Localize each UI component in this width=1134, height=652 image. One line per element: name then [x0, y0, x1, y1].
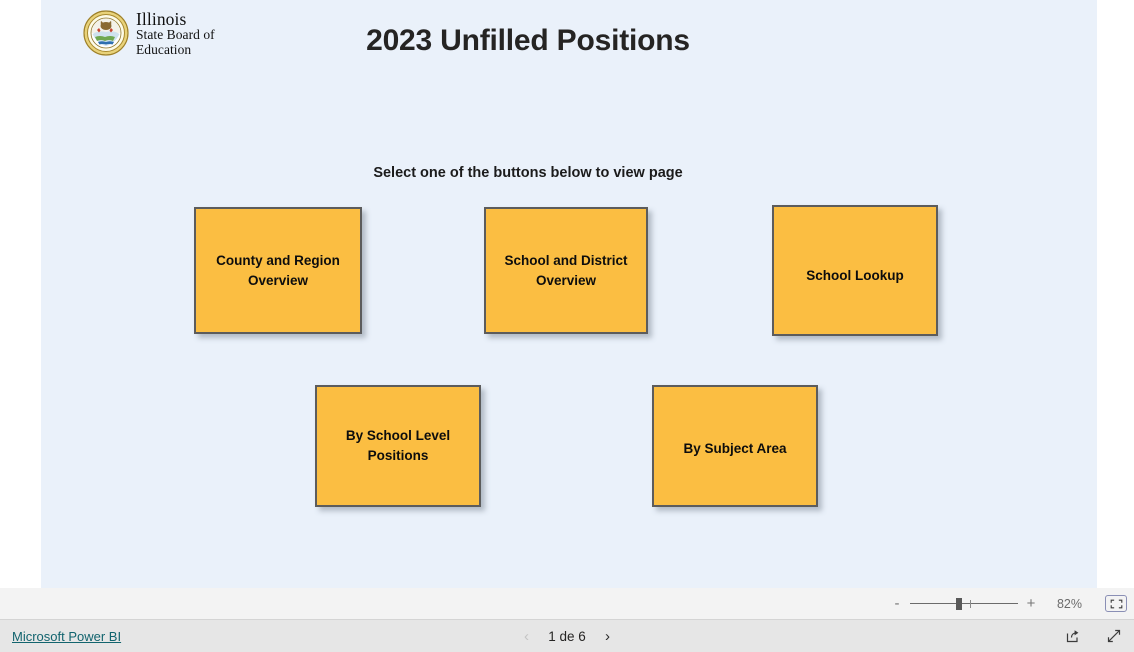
nav-button-by-school-level-positions[interactable]: By School Level Positions — [315, 385, 481, 507]
fit-to-page-button[interactable] — [1105, 595, 1127, 612]
zoom-controls: - + 82% — [888, 595, 1134, 612]
nav-button-school-lookup[interactable]: School Lookup — [772, 205, 938, 336]
report-canvas: Illinois State Board of Education 2023 U… — [41, 0, 1097, 588]
microsoft-power-bi-link[interactable]: Microsoft Power BI — [12, 629, 121, 644]
instruction-text: Select one of the buttons below to view … — [373, 165, 683, 181]
zoom-out-button[interactable]: - — [888, 596, 906, 611]
share-icon — [1066, 630, 1079, 643]
nav-button-label: County and Region Overview — [216, 252, 340, 288]
fullscreen-icon — [1107, 629, 1121, 643]
zoom-percent-label: 82% — [1056, 596, 1082, 611]
zoom-in-button[interactable]: + — [1022, 596, 1040, 611]
report-viewport: Illinois State Board of Education 2023 U… — [0, 0, 1134, 588]
nav-button-by-subject-area[interactable]: By Subject Area — [652, 385, 818, 507]
zoom-slider-track — [910, 602, 1018, 604]
fullscreen-button[interactable] — [1104, 626, 1124, 646]
page-title: 2023 Unfilled Positions — [366, 24, 690, 57]
zoom-slider-thumb[interactable] — [956, 597, 962, 610]
share-button[interactable] — [1063, 626, 1083, 646]
footer-actions — [1063, 626, 1124, 646]
zoom-slider-tick — [970, 599, 971, 608]
chevron-left-icon[interactable]: ‹ — [524, 629, 529, 644]
zoom-slider[interactable] — [910, 596, 1018, 612]
nav-button-label: School and District Overview — [504, 252, 628, 288]
nav-button-label: School Lookup — [806, 267, 904, 283]
zoom-toolbar: - + 82% — [0, 588, 1134, 620]
chevron-right-icon[interactable]: › — [605, 629, 610, 644]
page-navigation: ‹ 1 de 6 › — [0, 629, 1134, 644]
nav-button-county-and-region-overview[interactable]: County and Region Overview — [194, 207, 362, 334]
nav-button-label: By Subject Area — [683, 441, 787, 457]
nav-button-label: By School Level Positions — [345, 428, 451, 463]
page-indicator: 1 de 6 — [548, 628, 586, 644]
fit-to-page-icon — [1110, 599, 1122, 608]
nav-button-school-and-district-overview[interactable]: School and District Overview — [484, 207, 648, 334]
footer-bar: Microsoft Power BI ‹ 1 de 6 › — [0, 620, 1134, 652]
